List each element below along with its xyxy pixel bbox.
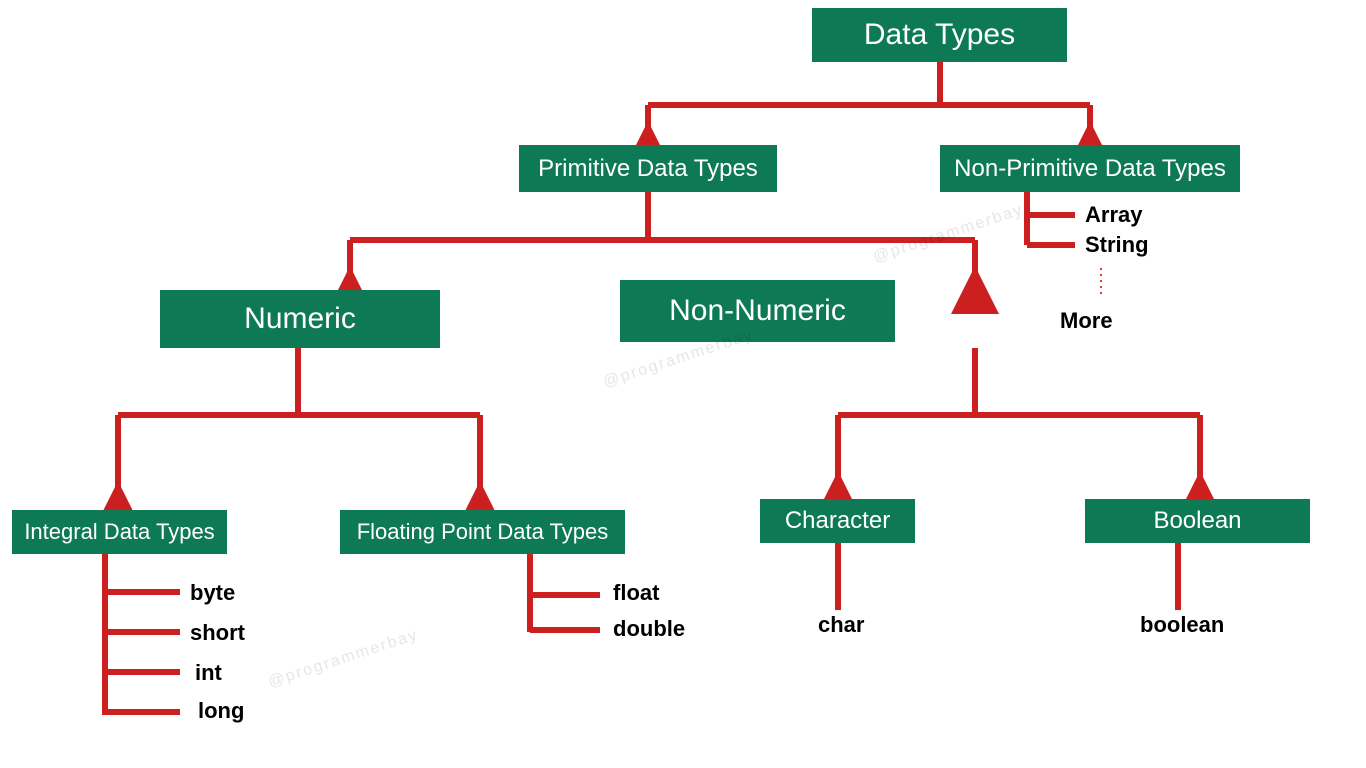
leaf-float: float: [613, 580, 659, 606]
leaf-string: String: [1085, 232, 1149, 258]
node-data-types: Data Types: [812, 8, 1067, 62]
leaf-int: int: [195, 660, 222, 686]
node-label: Numeric: [244, 302, 356, 336]
watermark-text: @programmerbay: [266, 626, 421, 692]
connector-lines: [0, 0, 1366, 768]
node-numeric: Numeric: [160, 290, 440, 348]
leaf-char: char: [818, 612, 864, 638]
node-integral: Integral Data Types: [12, 510, 227, 554]
node-label: Non-Primitive Data Types: [954, 155, 1226, 183]
leaf-double: double: [613, 616, 685, 642]
leaf-more: More: [1060, 308, 1113, 334]
node-primitive: Primitive Data Types: [519, 145, 777, 192]
node-non-numeric: Non-Numeric: [620, 280, 895, 342]
node-label: Data Types: [864, 18, 1015, 52]
leaf-short: short: [190, 620, 245, 646]
leaf-boolean: boolean: [1140, 612, 1224, 638]
node-character: Character: [760, 499, 915, 543]
leaf-long: long: [198, 698, 244, 724]
node-floating: Floating Point Data Types: [340, 510, 625, 554]
node-label: Non-Numeric: [669, 294, 846, 328]
node-label: Floating Point Data Types: [357, 519, 609, 545]
ellipsis-icon: ·····: [1098, 265, 1104, 295]
node-label: Boolean: [1153, 507, 1241, 535]
leaf-array: Array: [1085, 202, 1142, 228]
leaf-byte: byte: [190, 580, 235, 606]
watermark-text: @programmerbay: [871, 201, 1026, 267]
node-label: Primitive Data Types: [538, 155, 758, 183]
node-non-primitive: Non-Primitive Data Types: [940, 145, 1240, 192]
node-label: Character: [785, 507, 890, 535]
node-label: Integral Data Types: [24, 519, 214, 545]
node-boolean: Boolean: [1085, 499, 1310, 543]
